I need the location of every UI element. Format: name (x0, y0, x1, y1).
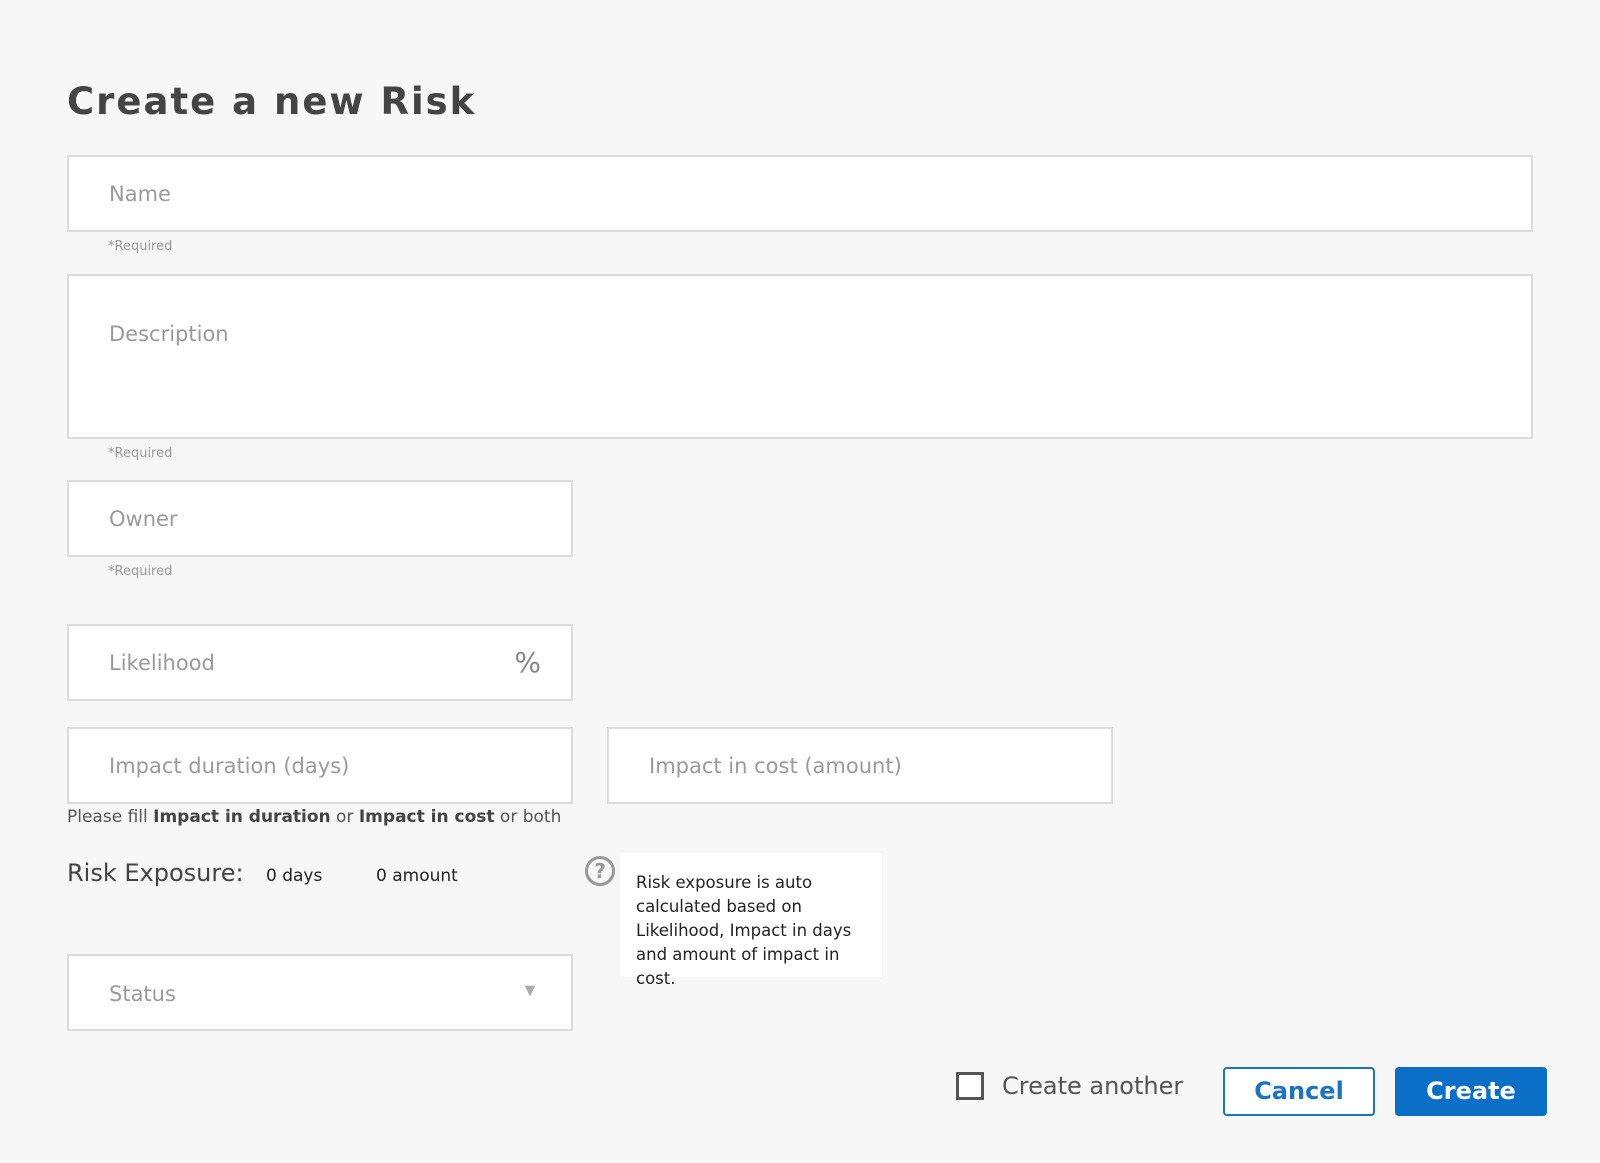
exposure-days: 0 days (266, 866, 323, 886)
help-icon[interactable]: ? (585, 856, 615, 886)
likelihood-field[interactable]: % (67, 624, 573, 701)
name-field[interactable] (67, 155, 1533, 232)
cancel-button[interactable]: Cancel (1223, 1067, 1375, 1116)
likelihood-input[interactable] (69, 626, 571, 699)
create-another-label: Create another (1002, 1072, 1184, 1100)
create-another-checkbox[interactable] (956, 1072, 984, 1100)
exposure-amount: 0 amount (376, 866, 458, 886)
page-title: Create a new Risk (67, 80, 477, 123)
owner-input[interactable] (69, 482, 571, 555)
name-required-hint: *Required (108, 239, 173, 254)
owner-field[interactable] (67, 480, 573, 557)
name-input[interactable] (69, 157, 1531, 230)
impact-note: Please fill Impact in duration or Impact… (67, 807, 562, 827)
status-select[interactable]: Status ▼ (67, 954, 573, 1031)
create-button[interactable]: Create (1395, 1067, 1547, 1116)
status-placeholder: Status (109, 982, 176, 1006)
owner-required-hint: *Required (108, 564, 173, 579)
percent-suffix: % (514, 646, 541, 679)
chevron-down-icon: ▼ (521, 980, 539, 1000)
risk-exposure-label: Risk Exposure: (67, 859, 244, 887)
create-another-toggle[interactable]: Create another (956, 1072, 1183, 1100)
exposure-tooltip: Risk exposure is auto calculated based o… (620, 853, 882, 988)
impact-cost-field[interactable] (607, 727, 1113, 804)
impact-duration-field[interactable] (67, 727, 573, 804)
description-field[interactable] (67, 274, 1533, 439)
impact-cost-input[interactable] (609, 729, 1111, 802)
description-required-hint: *Required (108, 446, 173, 461)
description-input[interactable] (69, 276, 1531, 437)
impact-duration-input[interactable] (69, 729, 571, 802)
